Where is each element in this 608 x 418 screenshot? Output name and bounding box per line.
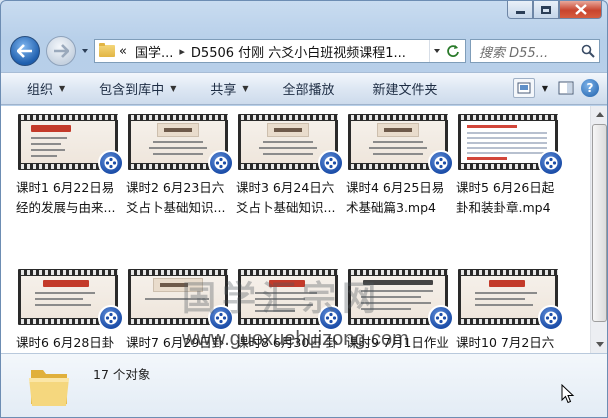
maximize-icon bbox=[541, 5, 551, 14]
address-dropdown[interactable] bbox=[429, 40, 443, 62]
breadcrumb-separator[interactable]: ▸ bbox=[179, 45, 185, 58]
video-file-icon bbox=[98, 305, 124, 331]
film-reel-icon bbox=[544, 311, 558, 325]
maximize-button[interactable] bbox=[533, 1, 559, 19]
refresh-icon bbox=[447, 45, 459, 57]
file-name: 课时10 7月2日六爻小白直播课... bbox=[456, 335, 555, 350]
chevron-down-icon bbox=[595, 342, 604, 347]
search-box[interactable]: 搜索 D55... bbox=[470, 39, 600, 63]
film-reel-icon bbox=[544, 156, 558, 170]
film-reel-icon bbox=[104, 156, 118, 170]
help-button[interactable]: ? bbox=[581, 79, 599, 97]
film-reel-icon bbox=[324, 156, 338, 170]
chevron-down-icon: ▼ bbox=[170, 84, 177, 93]
film-reel-icon bbox=[434, 311, 448, 325]
organize-menu[interactable]: 组织 ▼ bbox=[17, 73, 75, 104]
play-all-label: 全部播放 bbox=[282, 83, 335, 98]
film-reel-icon bbox=[434, 156, 448, 170]
scroll-down-button[interactable] bbox=[591, 336, 608, 353]
folder-icon bbox=[29, 370, 69, 406]
recent-pages-dropdown[interactable] bbox=[80, 46, 90, 56]
video-file-icon bbox=[318, 150, 344, 176]
arrow-right-icon bbox=[54, 44, 69, 58]
minimize-icon bbox=[515, 11, 525, 14]
film-reel-icon bbox=[104, 311, 118, 325]
search-icon bbox=[581, 44, 595, 58]
refresh-button[interactable] bbox=[443, 40, 463, 62]
scroll-up-button[interactable] bbox=[591, 106, 608, 123]
close-button[interactable] bbox=[559, 1, 602, 19]
details-pane: 17 个对象 bbox=[1, 353, 607, 417]
chevron-up-icon bbox=[595, 112, 604, 117]
file-name: 课时1 6月22日易经的发展与由来... bbox=[16, 180, 116, 215]
breadcrumb-item[interactable]: 国学... bbox=[135, 42, 173, 61]
video-file-icon bbox=[428, 305, 454, 331]
play-all-button[interactable]: 全部播放 bbox=[273, 73, 345, 104]
chevron-down-icon: ▼ bbox=[242, 84, 249, 93]
chevron-down-icon bbox=[433, 49, 440, 53]
file-name: 课时4 6月25日易术基础篇3.mp4 bbox=[346, 180, 445, 215]
change-view-button[interactable] bbox=[513, 78, 535, 98]
folder-icon bbox=[99, 43, 115, 57]
file-name: 课时5 6月26日起卦和装卦章.mp4 bbox=[456, 180, 555, 215]
command-bar: 组织 ▼ 包含到库中 ▼ 共享 ▼ 全部播放 新建文件夹 ▼ ? bbox=[1, 72, 607, 105]
chevron-down-icon: ▼ bbox=[59, 84, 66, 93]
back-button[interactable] bbox=[10, 36, 40, 66]
preview-pane-icon bbox=[558, 81, 574, 95]
preview-pane-button[interactable] bbox=[555, 78, 577, 98]
vertical-scrollbar[interactable] bbox=[590, 106, 607, 353]
file-list: 课时1 6月22日易经的发展与由来... 课时2 6月23日六爻占卜基础知识..… bbox=[1, 106, 590, 353]
view-options-dropdown[interactable]: ▼ bbox=[539, 84, 551, 93]
video-file-icon bbox=[538, 150, 564, 176]
watermark-text: 国学汇宗网 bbox=[182, 279, 382, 319]
item-count: 17 个对象 bbox=[93, 367, 151, 382]
breadcrumb-item[interactable]: D5506 付刚 六爻小白班视频课程1... bbox=[191, 42, 406, 61]
include-in-library-label: 包含到库中 bbox=[99, 83, 165, 98]
address-bar[interactable]: « 国学... ▸ D5506 付刚 六爻小白班视频课程1... bbox=[94, 39, 466, 63]
watermark-url: www.guoxuehuizong.com bbox=[182, 328, 409, 350]
new-folder-label: 新建文件夹 bbox=[372, 83, 438, 98]
film-reel-icon bbox=[214, 156, 228, 170]
navigation-bar: « 国学... ▸ D5506 付刚 六爻小白班视频课程1... 搜索 D55.… bbox=[0, 30, 608, 68]
breadcrumb-overflow[interactable]: « bbox=[119, 44, 127, 59]
file-name: 课时2 6月23日六爻占卜基础知识... bbox=[126, 180, 226, 215]
organize-label: 组织 bbox=[27, 83, 54, 98]
caption-buttons bbox=[507, 1, 602, 19]
share-label: 共享 bbox=[210, 83, 237, 98]
mouse-cursor-icon bbox=[561, 384, 575, 404]
new-folder-button[interactable]: 新建文件夹 bbox=[363, 73, 448, 104]
include-in-library-menu[interactable]: 包含到库中 ▼ bbox=[89, 73, 186, 104]
file-name: 课时6 6月28日卦理章... bbox=[16, 335, 115, 350]
search-input[interactable]: 搜索 D55... bbox=[471, 42, 577, 61]
minimize-button[interactable] bbox=[507, 1, 533, 19]
video-file-icon bbox=[98, 150, 124, 176]
video-file-icon bbox=[208, 150, 234, 176]
file-name: 课时3 6月24日六爻占卜基础知识... bbox=[236, 180, 336, 215]
view-icon bbox=[517, 82, 531, 94]
arrow-left-icon bbox=[17, 44, 32, 58]
forward-button[interactable] bbox=[46, 36, 76, 66]
video-file-icon bbox=[428, 150, 454, 176]
video-file-icon bbox=[538, 305, 564, 331]
search-button[interactable] bbox=[577, 44, 599, 58]
close-icon bbox=[574, 4, 587, 15]
scroll-thumb[interactable] bbox=[592, 124, 607, 322]
share-menu[interactable]: 共享 ▼ bbox=[200, 73, 258, 104]
